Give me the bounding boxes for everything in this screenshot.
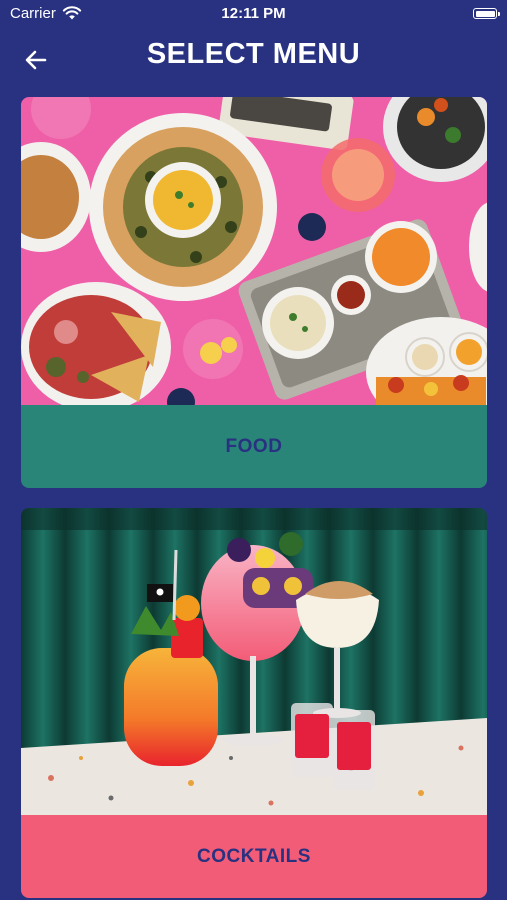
clock: 12:11 PM (221, 5, 286, 22)
status-bar: Carrier 12:11 PM (0, 0, 507, 28)
battery-icon (473, 8, 500, 19)
cocktails-menu-card[interactable]: COCKTAILS (21, 508, 487, 898)
food-label[interactable]: FOOD (21, 405, 487, 488)
cocktails-label[interactable]: COCKTAILS (21, 815, 487, 898)
food-photo (21, 97, 487, 405)
food-menu-card[interactable]: FOOD (21, 97, 487, 488)
cocktails-photo (21, 508, 487, 815)
page-title: SELECT MENU (146, 38, 361, 70)
